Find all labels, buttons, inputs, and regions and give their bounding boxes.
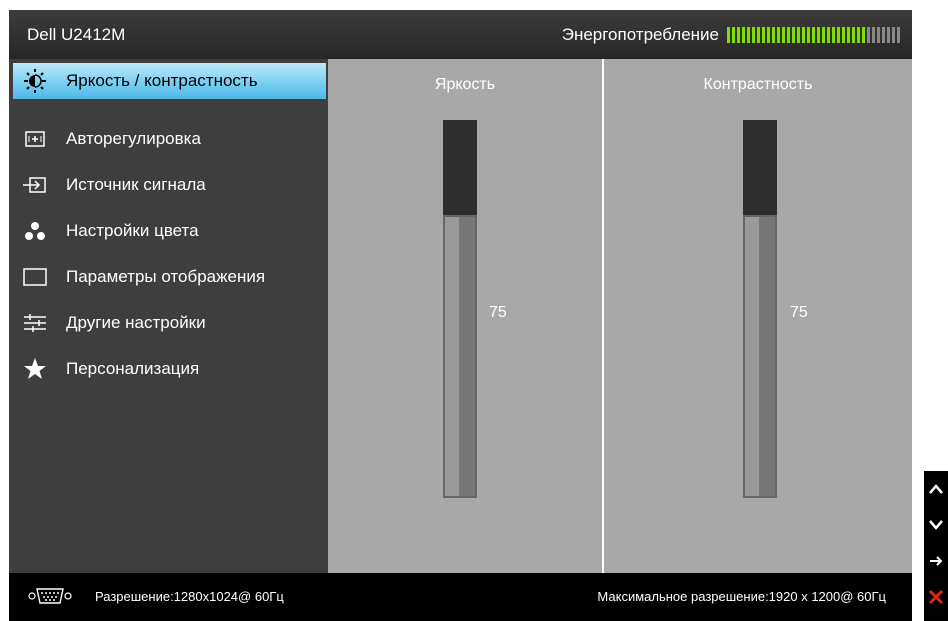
energy-segment <box>802 27 805 43</box>
energy-segment <box>737 27 740 43</box>
energy-segment <box>882 27 885 43</box>
brightness-title: Яркость <box>434 76 496 93</box>
energy-segment <box>787 27 790 43</box>
close-icon <box>928 589 944 605</box>
osd-window: Dell U2412M Энергопотребление Яркость / … <box>9 10 912 621</box>
energy-segment <box>762 27 765 43</box>
header-bar: Dell U2412M Энергопотребление <box>9 10 912 59</box>
vga-connector-icon <box>27 587 73 610</box>
energy-segment <box>757 27 760 43</box>
menu-item-display-settings[interactable]: Параметры отображения <box>9 259 328 295</box>
energy-segment <box>752 27 755 43</box>
energy-segment <box>822 27 825 43</box>
menu-item-input-source[interactable]: Источник сигнала <box>9 167 328 203</box>
menu-item-auto-adjust[interactable]: Авторегулировка <box>9 121 328 157</box>
energy-segment <box>887 27 890 43</box>
energy-segment <box>747 27 750 43</box>
energy-segment <box>852 27 855 43</box>
energy-segment <box>792 27 795 43</box>
menu-label: Авторегулировка <box>66 129 201 148</box>
menu-label: Яркость / контрастность <box>66 71 258 90</box>
brightness-icon <box>20 69 50 93</box>
contrast-slider[interactable] <box>743 120 777 498</box>
menu-label: Персонализация <box>66 359 200 378</box>
color-settings-icon <box>20 219 50 243</box>
contrast-title: Контрастность <box>703 76 813 93</box>
energy-segment <box>732 27 735 43</box>
energy-segment <box>742 27 745 43</box>
monitor-button-guide <box>924 471 948 621</box>
energy-segment <box>897 27 900 43</box>
contrast-value: 75 <box>790 304 808 321</box>
energy-segment <box>727 27 730 43</box>
down-arrow-icon <box>929 520 943 530</box>
right-arrow-icon <box>930 556 943 566</box>
energy-segment <box>872 27 875 43</box>
slider-fill <box>443 214 477 498</box>
exit-button[interactable] <box>924 579 948 615</box>
energy-segment <box>782 27 785 43</box>
brightness-panel: Яркость 75 <box>328 59 602 573</box>
energy-segment <box>807 27 810 43</box>
energy-segment <box>892 27 895 43</box>
menu-label: Параметры отображения <box>66 267 266 286</box>
energy-bar-graph <box>727 27 902 43</box>
energy-segment <box>777 27 780 43</box>
monitor-model-title: Dell U2412M <box>27 25 126 44</box>
energy-segment <box>772 27 775 43</box>
menu-label: Другие настройки <box>66 313 206 332</box>
energy-segment <box>842 27 845 43</box>
energy-segment <box>827 27 830 43</box>
menu-item-personalize[interactable]: Персонализация <box>9 351 328 387</box>
content-panel: Яркость 75 Контрастность 75 <box>328 59 912 573</box>
energy-segment <box>857 27 860 43</box>
energy-label: Энергопотребление <box>561 25 719 44</box>
up-button[interactable] <box>924 471 948 507</box>
menu-label: Настройки цвета <box>66 221 199 240</box>
energy-segment <box>812 27 815 43</box>
current-resolution: Разрешение:1280x1024@ 60Гц <box>95 589 284 604</box>
energy-segment <box>877 27 880 43</box>
slider-fill <box>743 214 777 498</box>
energy-segment <box>767 27 770 43</box>
energy-segment <box>867 27 870 43</box>
other-settings-icon <box>20 311 50 335</box>
up-arrow-icon <box>929 484 943 494</box>
display-settings-icon <box>20 265 50 289</box>
energy-meter: Энергопотребление <box>562 25 902 45</box>
max-resolution: Максимальное разрешение:1920 x 1200@ 60Г… <box>597 589 886 604</box>
menu-item-color-settings[interactable]: Настройки цвета <box>9 213 328 249</box>
contrast-panel: Контрастность 75 <box>604 59 912 573</box>
energy-segment <box>837 27 840 43</box>
enter-button[interactable] <box>924 543 948 579</box>
menu-label: Источник сигнала <box>66 175 206 194</box>
star-icon <box>20 357 50 381</box>
energy-segment <box>862 27 865 43</box>
status-footer: Разрешение:1280x1024@ 60Гц Максимальное … <box>9 573 912 621</box>
down-button[interactable] <box>924 507 948 543</box>
brightness-value: 75 <box>489 304 507 321</box>
menu-item-other-settings[interactable]: Другие настройки <box>9 305 328 341</box>
auto-adjust-icon <box>20 127 50 151</box>
energy-segment <box>847 27 850 43</box>
energy-segment <box>797 27 800 43</box>
brightness-slider[interactable] <box>443 120 477 498</box>
input-source-icon <box>20 173 50 197</box>
sidebar-menu: Яркость / контрастность Авторегулировка <box>9 59 328 573</box>
menu-item-brightness-contrast[interactable]: Яркость / контрастность <box>13 63 326 99</box>
energy-segment <box>817 27 820 43</box>
energy-segment <box>832 27 835 43</box>
